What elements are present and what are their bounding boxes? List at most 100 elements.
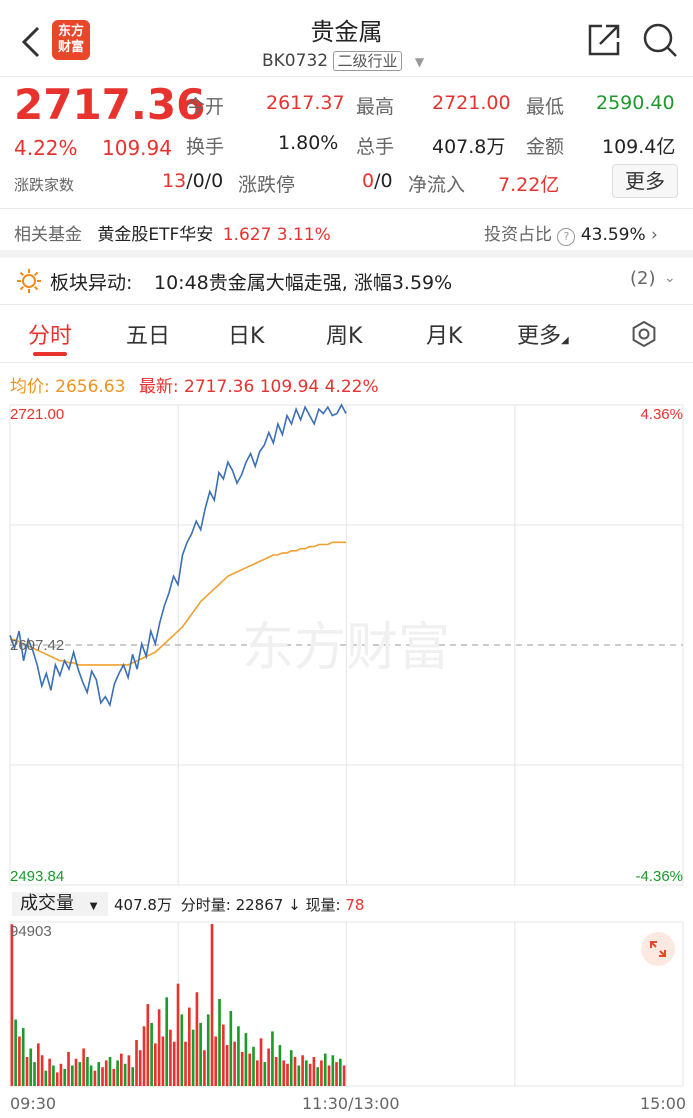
volume-bar	[123, 1063, 127, 1086]
volume-bar	[82, 1048, 85, 1086]
tab-more[interactable]: 更多◢	[517, 318, 569, 350]
latest-change: 109.94	[259, 377, 320, 397]
tab-active-indicator	[33, 352, 67, 356]
volume-bar	[222, 1024, 225, 1086]
gear-icon	[632, 320, 656, 348]
dropdown-caret-icon: ▼	[414, 55, 425, 69]
breadth-up: 13	[162, 170, 187, 192]
expand-chart-button[interactable]	[641, 932, 675, 966]
volume-bar	[172, 1041, 176, 1086]
search-button[interactable]	[640, 20, 680, 60]
y-label-mid: 2607.42	[10, 637, 64, 654]
volume-max-label: 94903	[10, 923, 52, 940]
volume-bar	[252, 1046, 255, 1086]
volume-bar	[335, 1062, 338, 1086]
volume-bar	[157, 1009, 161, 1086]
volume-bar	[176, 983, 180, 1086]
last-price: 2717.36	[14, 80, 206, 129]
share-icon	[588, 24, 620, 56]
volume-bar	[331, 1055, 335, 1086]
volume-bar	[206, 1014, 210, 1086]
more-button[interactable]: 更多	[612, 164, 678, 198]
inflow-value: 7.22亿	[498, 174, 560, 196]
volume-bar	[135, 1040, 138, 1086]
alert-row[interactable]: 板块异动: 10:48贵金属大幅走强, 涨幅3.59% (2) ⌄	[0, 258, 693, 304]
volume-bar	[312, 1057, 316, 1086]
volume-bar	[327, 1065, 331, 1086]
chevron-down-icon: ⌄	[664, 270, 676, 286]
investment-ratio[interactable]: 投资占比 ? 43.59% ›	[484, 220, 658, 246]
volume-bar	[180, 1014, 184, 1086]
volume-bar	[59, 1063, 63, 1086]
volume-bar	[184, 1041, 187, 1086]
tab-weekly-k[interactable]: 周K	[326, 318, 362, 350]
x-label-mid: 11:30/13:00	[302, 1094, 400, 1113]
volume-bar	[146, 1004, 150, 1086]
current-volume-value: 78	[345, 896, 365, 914]
volume-bar	[44, 1070, 48, 1086]
related-fund-row[interactable]: 相关基金 黄金股ETF华安 1.627 3.11%	[14, 220, 331, 245]
alert-count: (2)	[630, 268, 656, 289]
volume-value: 407.8万	[432, 136, 506, 158]
related-fund-price: 1.627	[222, 225, 272, 245]
volume-bar	[52, 1065, 55, 1086]
volume-bar	[165, 997, 169, 1086]
intraday-price-chart[interactable]: 东方财富 2721.00 2607.42 2493.84 4.36% -4.36…	[0, 400, 693, 890]
investment-ratio-value: 43.59%	[580, 225, 646, 245]
search-icon	[643, 23, 677, 57]
tab-intraday[interactable]: 分时	[28, 318, 72, 350]
volume-bar	[14, 1019, 17, 1086]
share-button[interactable]	[586, 22, 622, 58]
volume-bar	[169, 1029, 172, 1086]
tab-monthly-k[interactable]: 月K	[426, 318, 462, 350]
volume-bar	[71, 1065, 74, 1086]
investment-ratio-label: 投资占比	[484, 225, 552, 245]
x-label-end: 15:00	[640, 1094, 687, 1113]
volume-bar	[25, 1057, 29, 1086]
tab-daily-k[interactable]: 日K	[228, 318, 264, 350]
volume-bar	[63, 1068, 67, 1086]
x-label-start: 09:30	[10, 1094, 57, 1113]
avg-price-value: 2656.63	[55, 377, 126, 397]
related-fund-name: 黄金股ETF华安	[97, 225, 214, 245]
low-value: 2590.40	[596, 92, 675, 114]
volume-bar	[293, 1057, 297, 1086]
volume-bar	[339, 1058, 342, 1086]
volume-bar	[274, 1057, 278, 1086]
pct-label-bottom: -4.36%	[635, 868, 683, 885]
sector-code-row[interactable]: BK0732 二级行业 ▼	[262, 50, 424, 71]
volume-bar	[259, 1038, 263, 1086]
volume-bar	[244, 1033, 248, 1086]
chart-settings-button[interactable]	[630, 320, 658, 348]
volume-bar	[218, 999, 221, 1086]
volume-bar	[104, 1060, 108, 1086]
pct-label-top: 4.36%	[640, 406, 683, 423]
volume-bar	[154, 1043, 157, 1086]
limit-label: 涨跌停	[238, 174, 296, 196]
volume-chart[interactable]: 94903	[0, 918, 693, 1090]
volume-bar	[323, 1053, 327, 1086]
corner-triangle-icon: ◢	[561, 335, 569, 346]
dropdown-triangle-icon: ▼	[89, 901, 98, 912]
volume-bar	[40, 1055, 44, 1086]
volume-bar	[256, 1060, 259, 1086]
volume-bar	[297, 1065, 301, 1086]
tab-more-label: 更多	[517, 324, 562, 349]
breadth-label: 涨跌家数	[14, 176, 75, 194]
volume-bar	[195, 992, 199, 1086]
volume-bar	[67, 1051, 70, 1086]
high-label: 最高	[356, 96, 395, 118]
volume-indicator-selector[interactable]: 成交量 ▼	[12, 892, 108, 916]
volume-bar	[308, 1063, 312, 1086]
related-fund-label: 相关基金	[14, 225, 82, 245]
limit-up: 0	[362, 170, 375, 192]
tab-five-day[interactable]: 五日	[126, 318, 170, 350]
volume-label: 总手	[356, 136, 395, 158]
volume-info-line: 407.8万 分时量: 22867 ↓ 现量: 78	[114, 894, 364, 915]
watermark: 东方财富	[242, 619, 450, 677]
volume-bar	[342, 1065, 346, 1086]
volume-bar	[305, 1060, 308, 1086]
volume-bar	[263, 1062, 267, 1086]
limit-rest: /0	[374, 170, 393, 192]
down-arrow: ↓	[288, 896, 301, 914]
